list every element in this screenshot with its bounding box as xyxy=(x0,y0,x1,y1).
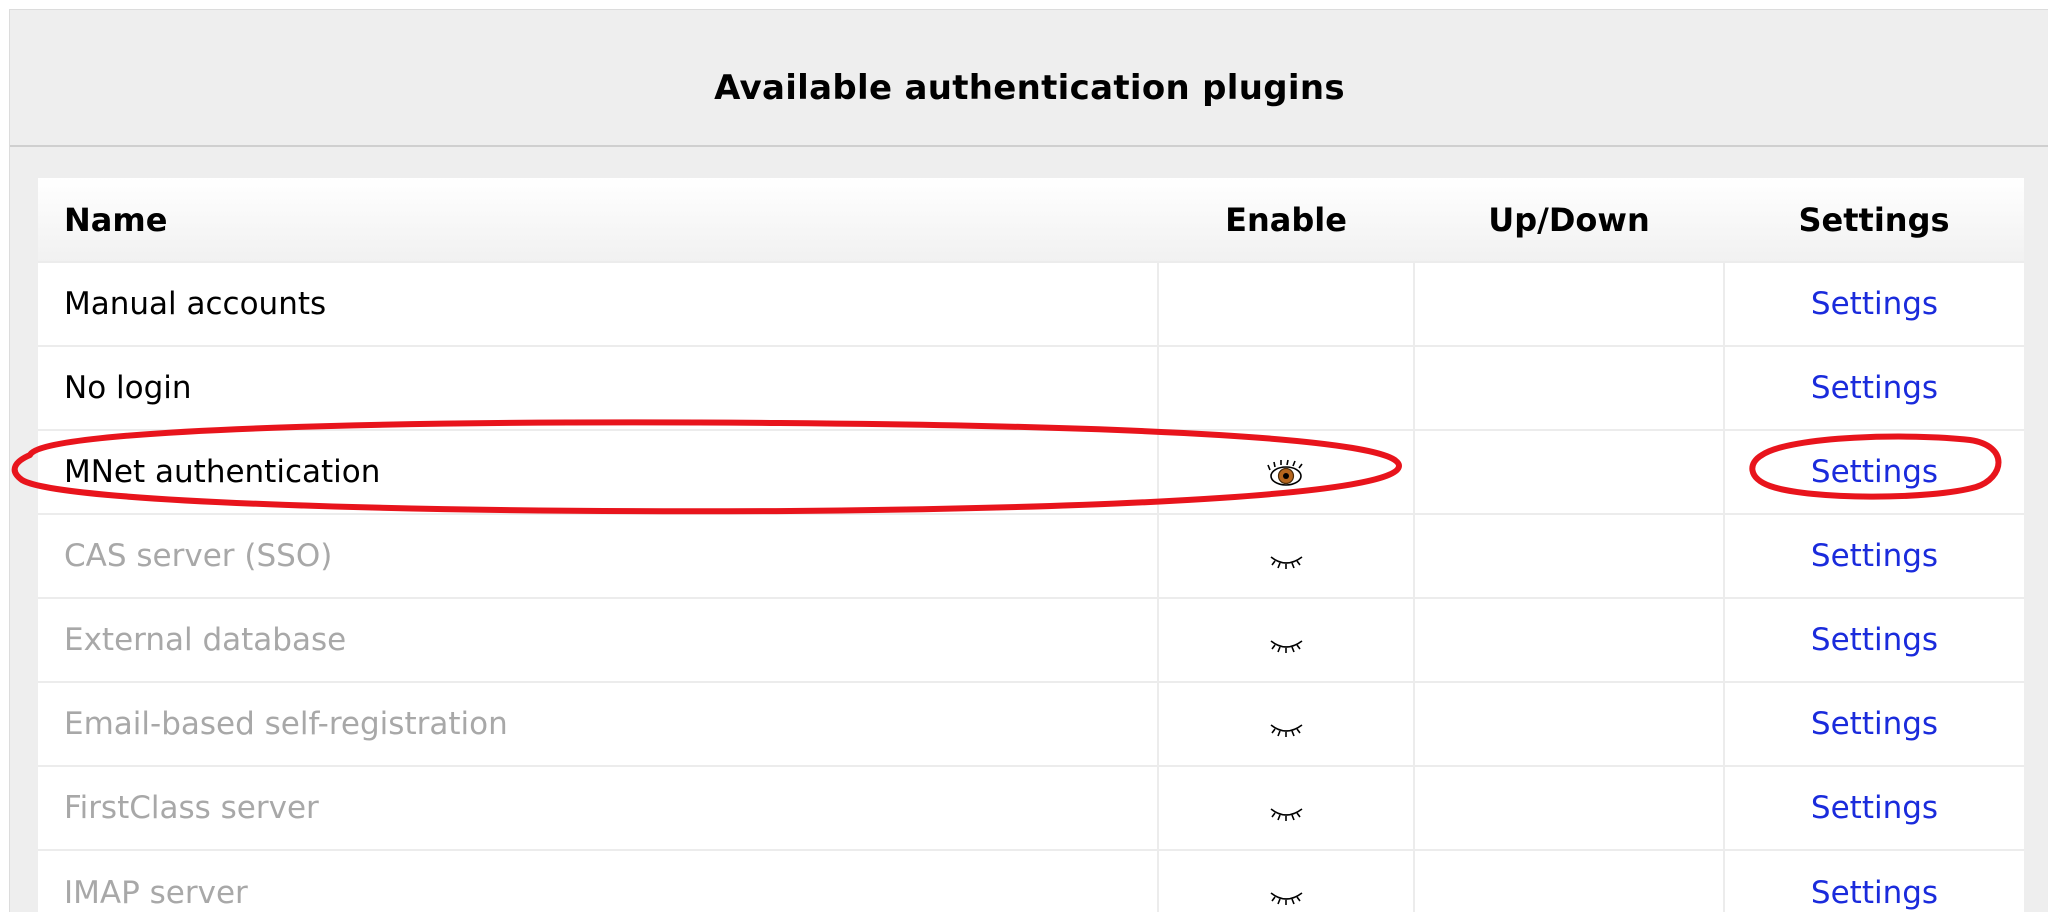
settings-link[interactable]: Settings xyxy=(1811,286,1938,322)
settings-cell: Settings xyxy=(1723,261,2024,346)
plugin-name: CAS server (SSO) xyxy=(38,513,1158,598)
table-row: MNet authentication Settings xyxy=(38,429,2024,514)
column-header-name: Name xyxy=(64,200,168,239)
updown-cell xyxy=(1413,849,1724,912)
settings-link[interactable]: Settings xyxy=(1811,706,1938,742)
settings-link[interactable]: Settings xyxy=(1811,370,1938,406)
settings-cell: Settings xyxy=(1723,765,2024,850)
page: Available authentication plugins Name En… xyxy=(0,0,2048,912)
panel-title: Available authentication plugins xyxy=(714,68,1345,108)
plugin-name: MNet authentication xyxy=(38,429,1158,514)
enable-cell xyxy=(1157,261,1414,346)
enable-cell xyxy=(1157,513,1414,598)
settings-cell: Settings xyxy=(1723,429,2024,514)
auth-plugins-table: Name Enable Up/Down Settings Manual acco… xyxy=(38,178,2024,912)
eye-closed-icon[interactable] xyxy=(1264,795,1308,825)
updown-cell xyxy=(1413,765,1724,850)
enable-cell xyxy=(1157,429,1414,514)
settings-cell: Settings xyxy=(1723,681,2024,766)
updown-cell xyxy=(1413,513,1724,598)
settings-cell: Settings xyxy=(1723,849,2024,912)
settings-link[interactable]: Settings xyxy=(1811,875,1938,911)
eye-closed-icon[interactable] xyxy=(1264,711,1308,741)
enable-cell xyxy=(1157,849,1414,912)
table-row: FirstClass server Settings xyxy=(38,765,2024,850)
eye-closed-icon[interactable] xyxy=(1264,543,1308,573)
column-header-enable: Enable xyxy=(1225,200,1347,239)
table-row: Manual accounts Settings xyxy=(38,261,2024,346)
table-row: External database Settings xyxy=(38,597,2024,682)
plugin-name: Manual accounts xyxy=(38,261,1158,346)
panel-header: Available authentication plugins xyxy=(10,10,2048,147)
table-row: No login Settings xyxy=(38,345,2024,430)
updown-cell xyxy=(1413,261,1724,346)
plugin-name: External database xyxy=(38,597,1158,682)
settings-link[interactable]: Settings xyxy=(1811,790,1938,826)
plugin-name: FirstClass server xyxy=(38,765,1158,850)
table-row: IMAP server Settings xyxy=(38,849,2024,912)
updown-cell xyxy=(1413,681,1724,766)
settings-cell: Settings xyxy=(1723,345,2024,430)
enable-cell xyxy=(1157,597,1414,682)
settings-cell: Settings xyxy=(1723,513,2024,598)
plugin-name: IMAP server xyxy=(38,849,1158,912)
enable-cell xyxy=(1157,681,1414,766)
enable-cell xyxy=(1157,345,1414,430)
updown-cell xyxy=(1413,345,1724,430)
column-header-settings: Settings xyxy=(1798,200,1950,239)
plugin-name: No login xyxy=(38,345,1158,430)
table-header-row: Name Enable Up/Down Settings xyxy=(38,178,2024,262)
plugin-name: Email-based self-registration xyxy=(38,681,1158,766)
column-header-updown: Up/Down xyxy=(1488,200,1650,239)
eye-closed-icon[interactable] xyxy=(1264,879,1308,909)
table-row: Email-based self-registration Settings xyxy=(38,681,2024,766)
settings-link[interactable]: Settings xyxy=(1811,538,1938,574)
auth-plugins-panel: Available authentication plugins Name En… xyxy=(9,9,2048,912)
updown-cell xyxy=(1413,429,1724,514)
settings-link[interactable]: Settings xyxy=(1811,622,1938,658)
settings-cell: Settings xyxy=(1723,597,2024,682)
updown-cell xyxy=(1413,597,1724,682)
settings-link[interactable]: Settings xyxy=(1811,454,1938,490)
table-row: CAS server (SSO) Settings xyxy=(38,513,2024,598)
enable-cell xyxy=(1157,765,1414,850)
auth-plugins-table-container: Name Enable Up/Down Settings Manual acco… xyxy=(38,178,2024,912)
eye-closed-icon[interactable] xyxy=(1264,627,1308,657)
eye-open-icon[interactable] xyxy=(1264,459,1308,489)
